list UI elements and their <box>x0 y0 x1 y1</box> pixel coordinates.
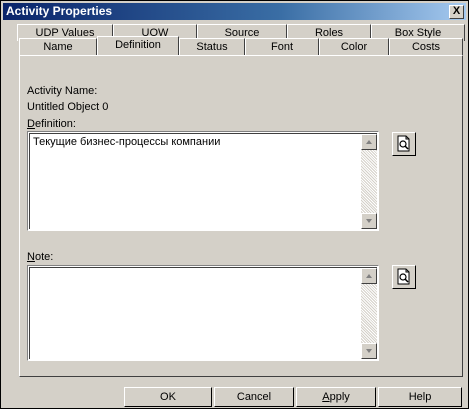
tab-name[interactable]: Name <box>19 38 97 55</box>
note-scrollbar[interactable] <box>361 268 377 359</box>
arrow-down-icon <box>366 349 372 353</box>
definition-textarea-frame: Текущие бизнес-процессы компании <box>29 133 377 229</box>
ok-button-label: OK <box>160 391 176 403</box>
tab-status[interactable]: Status <box>179 38 245 55</box>
tab-label: Color <box>340 41 368 53</box>
window-title: Activity Properties <box>6 4 113 18</box>
close-icon: X <box>452 5 461 17</box>
apply-button[interactable]: Apply <box>296 387 376 407</box>
help-button[interactable]: Help <box>378 387 462 407</box>
definition-browse-button[interactable] <box>392 132 416 156</box>
tab-font[interactable]: Font <box>245 38 319 55</box>
arrow-up-icon <box>366 140 372 144</box>
scroll-down-button[interactable] <box>361 213 377 229</box>
tab-label: Definition <box>115 39 161 51</box>
note-label: Note: <box>27 251 54 263</box>
close-button[interactable]: X <box>449 5 464 19</box>
definition-textarea[interactable]: Текущие бизнес-процессы компании <box>27 131 379 231</box>
tab-label: Name <box>43 41 73 53</box>
tab-label: Costs <box>411 41 441 53</box>
definition-label: Definition: <box>27 118 76 130</box>
definition-scrollbar[interactable] <box>361 134 377 229</box>
tab-label: Status <box>196 41 228 53</box>
activity-properties-dialog: Activity Properties X UDP Values UOW Sou… <box>0 0 469 409</box>
arrow-up-icon <box>366 274 372 278</box>
cancel-button-label: Cancel <box>236 391 272 403</box>
note-browse-button[interactable] <box>392 265 416 289</box>
cancel-button[interactable]: Cancel <box>214 387 294 407</box>
note-textarea[interactable] <box>27 265 379 361</box>
tab-label: Font <box>270 41 293 53</box>
activity-name-value: Untitled Object 0 <box>27 101 109 113</box>
tab-costs[interactable]: Costs <box>389 38 463 55</box>
document-magnifier-icon <box>397 268 410 285</box>
help-button-label: Help <box>408 391 432 403</box>
scroll-up-button[interactable] <box>361 134 377 150</box>
scroll-down-button[interactable] <box>361 343 377 359</box>
scroll-up-button[interactable] <box>361 268 377 284</box>
title-bar[interactable]: Activity Properties X <box>3 3 466 20</box>
tab-color[interactable]: Color <box>319 38 389 55</box>
tab-definition[interactable]: Definition <box>97 36 179 55</box>
document-magnifier-icon <box>397 135 410 152</box>
activity-name-label: Activity Name: <box>27 85 98 97</box>
ok-button[interactable]: OK <box>124 387 212 407</box>
note-textarea-frame <box>29 267 377 359</box>
apply-button-label: Apply <box>322 391 350 403</box>
definition-text: Текущие бизнес-процессы компании <box>33 136 221 148</box>
arrow-down-icon <box>366 219 372 223</box>
